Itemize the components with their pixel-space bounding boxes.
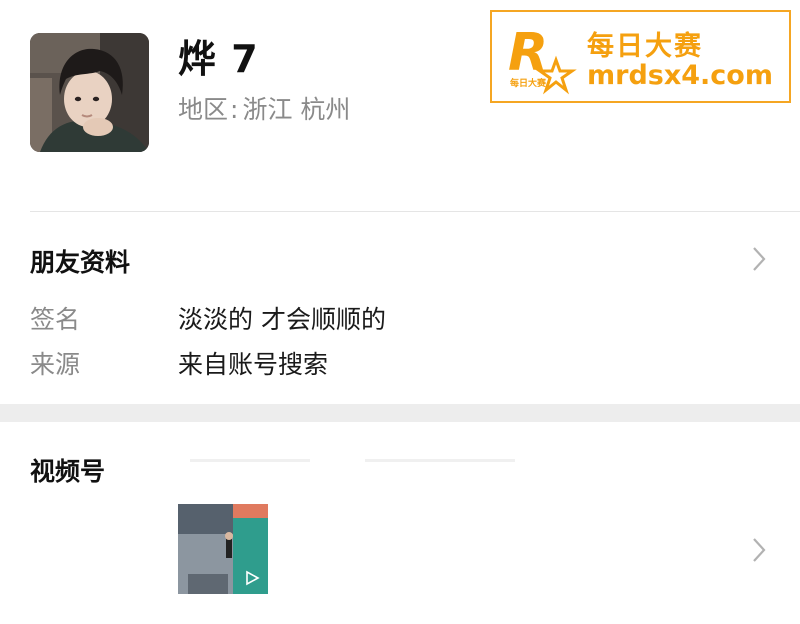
avatar[interactable] (30, 33, 149, 152)
contact-profile-page: 烨 7 地区: 浙江 杭州 R 每日大赛 每日大赛 mrdsx4.com 朋友资料… (0, 0, 800, 624)
signature-label: 签名 (30, 305, 81, 334)
svg-text:每日大赛: 每日大赛 (510, 77, 547, 89)
region-separator: : (230, 95, 239, 124)
region-value: 浙江 杭州 (242, 95, 351, 124)
chevron-right-icon[interactable] (752, 537, 766, 567)
source-label: 来源 (30, 350, 81, 379)
watermark-url: mrdsx4.com (587, 60, 773, 91)
blurred-text (190, 459, 310, 462)
contact-region: 地区: 浙江 杭州 (178, 90, 350, 126)
play-icon (244, 570, 260, 586)
section-gap (0, 404, 800, 422)
source-value: 来自账号搜索 (178, 350, 329, 379)
signature-value: 淡淡的 才会顺顺的 (178, 305, 386, 334)
chevron-right-icon[interactable] (752, 246, 766, 276)
channels-title[interactable]: 视频号 (30, 452, 105, 488)
blurred-text (365, 459, 515, 462)
watermark-title: 每日大赛 (587, 31, 703, 62)
watermark-logo-icon: R 每日大赛 (506, 20, 582, 100)
region-label: 地区 (178, 95, 229, 124)
friend-info-title[interactable]: 朋友资料 (30, 243, 130, 279)
channel-video-thumbnail[interactable] (178, 504, 268, 594)
watermark-banner: R 每日大赛 每日大赛 mrdsx4.com (490, 10, 791, 103)
divider (30, 211, 800, 212)
contact-nickname: 烨 7 (178, 37, 259, 81)
avatar-photo (30, 33, 149, 152)
